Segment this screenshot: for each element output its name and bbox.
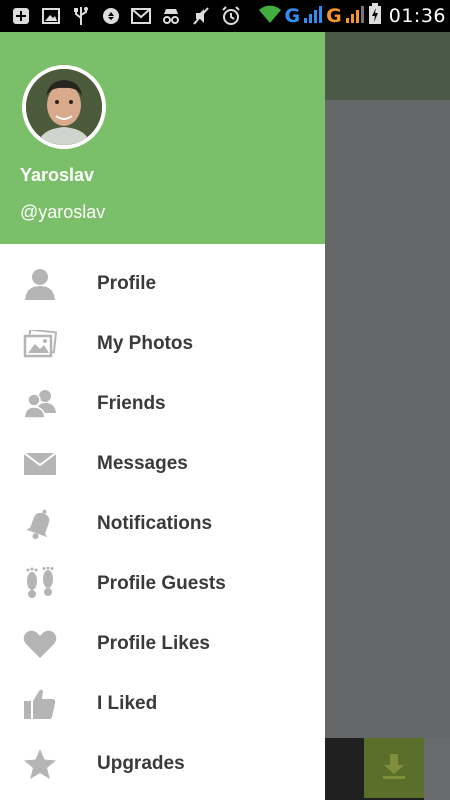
menu-item-i-liked[interactable]: I Liked (0, 674, 325, 734)
drawer-menu: Profile My Photos Friends Messages Notif… (0, 254, 325, 794)
menu-label: Notifications (97, 513, 213, 534)
mute-icon (186, 5, 216, 27)
add-icon (6, 5, 36, 27)
battery-charging-icon (368, 2, 382, 30)
friends-icon (22, 386, 58, 422)
envelope-icon (22, 446, 58, 482)
status-bar: G G 01:36 (0, 0, 450, 32)
menu-item-profile-likes[interactable]: Profile Likes (0, 614, 325, 674)
menu-item-upgrades[interactable]: Upgrades (0, 734, 325, 794)
navigation-drawer: Yaroslav @yaroslav Profile My Photos Fri… (0, 32, 325, 800)
gmail-icon (126, 5, 156, 27)
background-app-edge (424, 738, 450, 800)
menu-label: Profile Guests (97, 573, 226, 594)
menu-item-profile-guests[interactable]: Profile Guests (0, 554, 325, 614)
drawer-header: Yaroslav @yaroslav (0, 32, 325, 244)
incognito-icon (156, 5, 186, 27)
menu-label: I Liked (97, 693, 158, 714)
heart-icon (22, 626, 58, 662)
footprints-icon (22, 566, 58, 602)
person-icon (22, 266, 58, 302)
user-handle: @yaroslav (20, 202, 106, 222)
menu-label: My Photos (97, 333, 194, 354)
menu-label: Upgrades (97, 753, 185, 774)
avatar[interactable] (22, 65, 106, 149)
menu-item-messages[interactable]: Messages (0, 434, 325, 494)
download-icon (380, 752, 408, 785)
image-icon (36, 5, 66, 27)
menu-item-notifications[interactable]: Notifications (0, 494, 325, 554)
menu-item-profile[interactable]: Profile (0, 254, 325, 314)
user-name: Yaroslav (20, 165, 95, 185)
photos-icon (22, 326, 58, 362)
star-icon (22, 746, 58, 782)
menu-label: Friends (97, 393, 166, 414)
menu-item-friends[interactable]: Friends (0, 374, 325, 434)
alarm-icon (216, 5, 246, 27)
wifi-icon (258, 4, 282, 29)
menu-item-my-photos[interactable]: My Photos (0, 314, 325, 374)
download-button[interactable] (364, 738, 424, 798)
thumbs-up-icon (22, 686, 58, 722)
network-type-1: G (284, 5, 301, 27)
bell-icon (22, 506, 58, 542)
menu-label: Profile Likes (97, 633, 210, 654)
status-time: 01:36 (388, 5, 446, 27)
usb-icon (66, 5, 96, 27)
avatar-photo (26, 69, 102, 145)
menu-label: Profile (97, 273, 157, 294)
sync-icon (96, 5, 126, 27)
menu-label: Messages (97, 453, 188, 474)
signal-icon-2 (345, 4, 365, 29)
network-type-2: G (326, 5, 342, 27)
signal-icon-1 (303, 4, 323, 29)
